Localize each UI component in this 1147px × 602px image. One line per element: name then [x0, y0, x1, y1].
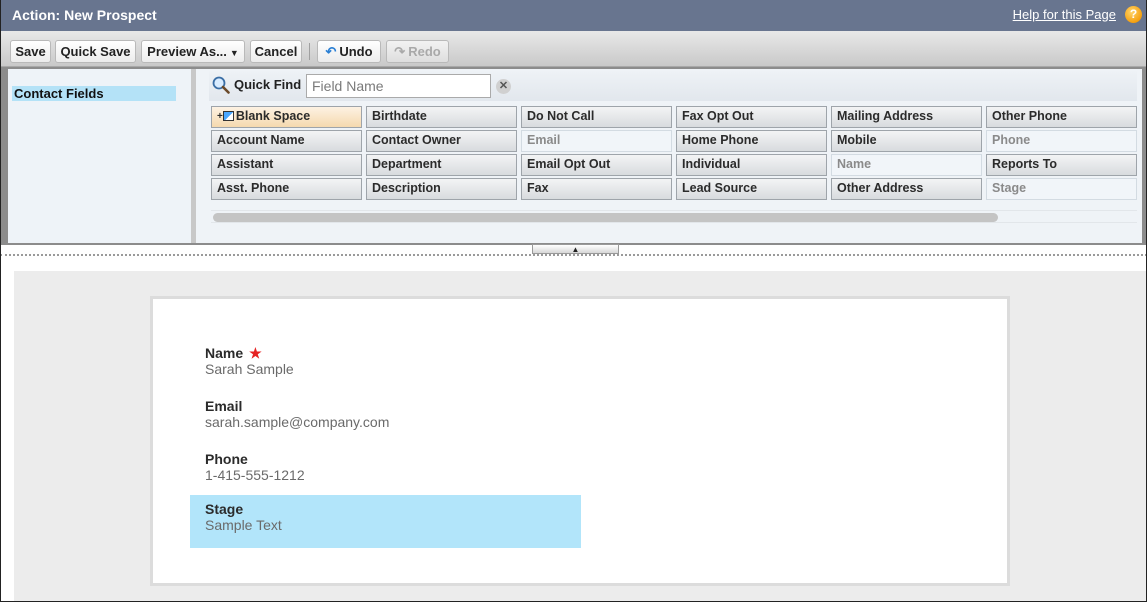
palette-field-email-opt-out[interactable]: Email Opt Out [521, 154, 672, 176]
palette-field-label: Lead Source [682, 181, 758, 195]
undo-icon: ↶ [325, 44, 337, 59]
field-grid: + Blank Space Account Name Assistant Asst. P… [211, 106, 1137, 201]
palette-separator [0, 254, 1147, 257]
search-icon [212, 76, 230, 94]
palette-field-label: Contact Owner [372, 133, 461, 147]
redo-button[interactable]: ↷ Redo [386, 40, 449, 63]
palette-field-label: Department [372, 157, 442, 171]
palette-field-label: Account Name [217, 133, 305, 147]
collapse-arrow-icon: ▲ [571, 245, 580, 254]
field-label: Stage [205, 501, 244, 517]
palette-field-label: Mobile [837, 133, 877, 147]
title-bar: Action: New Prospect Help for this Page … [0, 0, 1147, 31]
cancel-label: Cancel [254, 44, 298, 59]
save-label: Save [15, 44, 46, 59]
palette-field-individual[interactable]: Individual [676, 154, 827, 176]
cancel-button[interactable]: Cancel [250, 40, 302, 63]
palette-field-fax-opt-out[interactable]: Fax Opt Out [676, 106, 827, 128]
quick-find-input[interactable] [306, 74, 491, 98]
palette-field-description[interactable]: Description [366, 178, 517, 200]
category-contact-fields[interactable]: Contact Fields [12, 86, 176, 101]
palette-field-lead-source[interactable]: Lead Source [676, 178, 827, 200]
palette-field-label: Description [372, 181, 441, 195]
preview-as-label: Preview As... [147, 44, 227, 59]
help-icon[interactable]: ? [1125, 6, 1142, 23]
field-value: 1-415-555-1212 [205, 467, 305, 483]
page-title: Action: New Prospect [12, 7, 157, 23]
palette-field-label: Other Phone [992, 109, 1068, 123]
palette-field-label: Blank Space [235, 109, 311, 123]
chevron-down-icon: ▼ [229, 48, 239, 58]
palette-field-label: Reports To [992, 157, 1058, 171]
palette-field-label: Mailing Address [837, 109, 934, 123]
palette-field-label: Phone [992, 133, 1031, 147]
undo-button[interactable]: ↶ Undo [317, 40, 381, 63]
save-button[interactable]: Save [10, 40, 51, 63]
palette-field-do-not-call[interactable]: Do Not Call [521, 106, 672, 128]
palette-field-label: Stage [992, 181, 1027, 195]
palette-field-label: Assistant [217, 157, 274, 171]
field-value: Sample Text [205, 517, 282, 533]
horizontal-scrollbar-thumb[interactable] [213, 213, 998, 222]
palette-field-label: Fax [527, 181, 549, 195]
palette-field-birthdate[interactable]: Birthdate [366, 106, 517, 128]
palette-field-name: Name [831, 154, 982, 176]
help-link[interactable]: Help for this Page [1013, 7, 1116, 22]
palette-field-label: Fax Opt Out [682, 109, 754, 123]
layout-field-email[interactable]: Email sarah.sample@company.com [190, 392, 581, 445]
palette-field-label: Name [837, 157, 872, 171]
redo-icon: ↷ [394, 44, 406, 59]
palette-field-assistant[interactable]: Assistant [211, 154, 362, 176]
field-label: Phone [205, 451, 248, 467]
layout-field-phone[interactable]: Phone 1-415-555-1212 [190, 445, 581, 498]
toolbar-divider [309, 43, 310, 60]
quick-save-label: Quick Save [60, 44, 131, 59]
clear-icon[interactable]: ✕ [496, 79, 511, 94]
palette-field-label: Home Phone [682, 133, 759, 147]
palette-field-asst-phone[interactable]: Asst. Phone [211, 178, 362, 200]
palette-field-stage: Stage [986, 178, 1137, 200]
palette-field-mailing-address[interactable]: Mailing Address [831, 106, 982, 128]
field-label: Name [205, 345, 244, 361]
layout-field-stage[interactable]: Stage Sample Text [190, 495, 581, 548]
palette-field-phone: Phone [986, 130, 1137, 152]
undo-label: Undo [339, 44, 373, 59]
field-value: sarah.sample@company.com [205, 414, 390, 430]
palette-field-reports-to[interactable]: Reports To [986, 154, 1137, 176]
preview-as-button[interactable]: Preview As... ▼ [141, 40, 245, 63]
palette-field-email: Email [521, 130, 672, 152]
toolbar: Save Quick Save Preview As... ▼ Cancel ↶ U… [0, 31, 1147, 67]
palette-field-account-name[interactable]: Account Name [211, 130, 362, 152]
palette-field-department[interactable]: Department [366, 154, 517, 176]
palette-field-blank-space[interactable]: + Blank Space [211, 106, 362, 128]
palette-field-label: Asst. Phone [217, 181, 290, 195]
palette-field-fax[interactable]: Fax [521, 178, 672, 200]
blank-space-icon [222, 111, 234, 121]
palette-field-label: Other Address [837, 181, 924, 195]
palette-field-label: Email [527, 133, 561, 147]
field-label: Email [205, 398, 243, 414]
palette-field-label: Individual [682, 157, 741, 171]
layout-field-name[interactable]: Name ★ Sarah Sample [190, 339, 581, 392]
palette-field-home-phone[interactable]: Home Phone [676, 130, 827, 152]
field-value: Sarah Sample [205, 361, 294, 377]
palette-field-mobile[interactable]: Mobile [831, 130, 982, 152]
palette-field-label: Email Opt Out [527, 157, 611, 171]
palette-field-label: Do Not Call [527, 109, 595, 123]
palette-field-label: Birthdate [372, 109, 427, 123]
redo-label: Redo [408, 44, 441, 59]
collapse-palette-handle[interactable]: ▲ [532, 244, 619, 254]
quick-find-label: Quick Find [234, 77, 302, 92]
palette-field-other-address[interactable]: Other Address [831, 178, 982, 200]
palette-field-contact-owner[interactable]: Contact Owner [366, 130, 517, 152]
quick-save-button[interactable]: Quick Save [55, 40, 136, 63]
required-icon: ★ [249, 345, 262, 361]
palette-field-other-phone[interactable]: Other Phone [986, 106, 1137, 128]
